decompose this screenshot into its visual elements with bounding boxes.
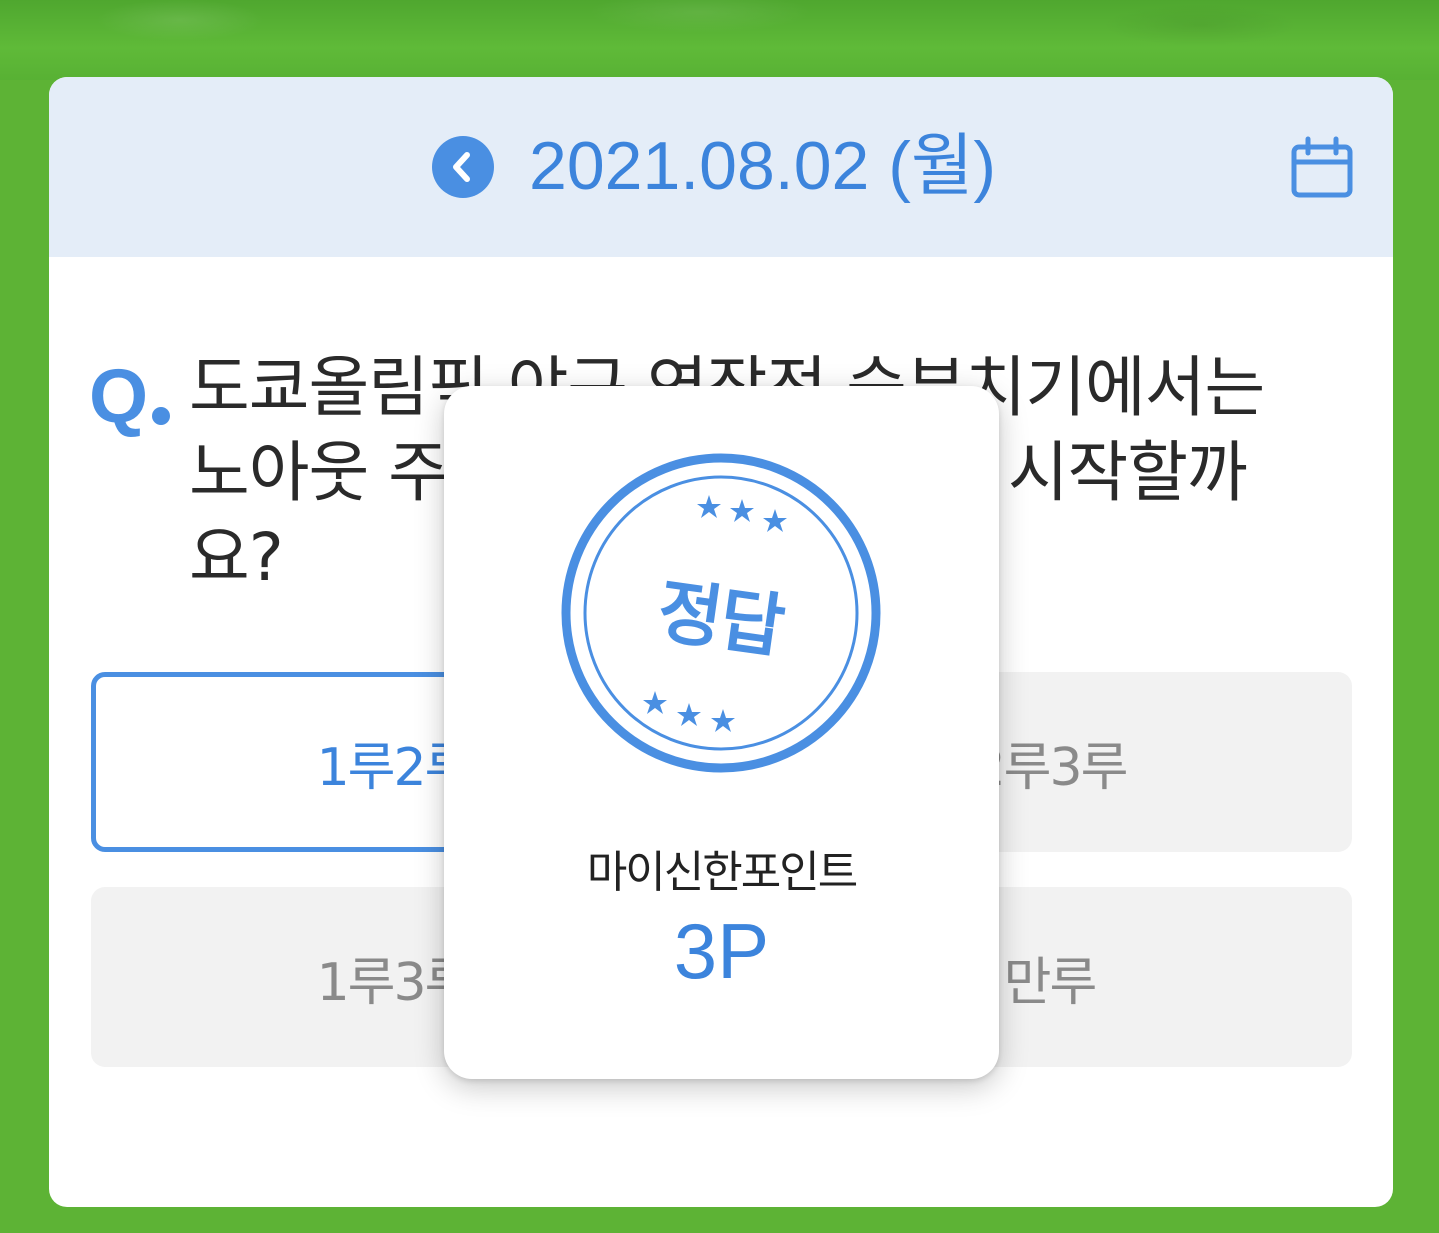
point-label: 마이신한포인트 [586, 847, 858, 898]
date-label: 2021.08.02 (월) [529, 128, 997, 204]
chevron-left-icon [453, 152, 470, 182]
result-popup: 정답 마이신한포인트 3P [444, 386, 999, 1079]
question-mark-label: Q [89, 354, 149, 439]
question-mark-dot [152, 407, 170, 425]
stamp-label: 정답 [652, 569, 788, 668]
calendar-icon [1291, 136, 1353, 198]
grass-texture [0, 0, 1439, 80]
date-header: 2021.08.02 (월) [49, 77, 1393, 257]
prev-day-button[interactable] [432, 136, 494, 198]
point-value: 3P [673, 907, 770, 995]
calendar-button[interactable] [1289, 135, 1355, 201]
correct-stamp: 정답 [559, 451, 883, 775]
